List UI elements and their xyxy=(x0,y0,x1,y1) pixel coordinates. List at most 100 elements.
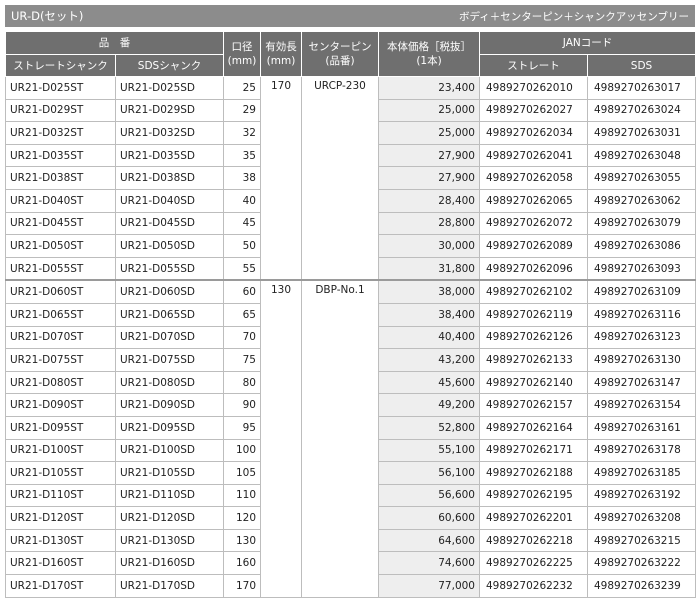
diameter-cell: 120 xyxy=(223,506,261,530)
sds-shank-code: UR21-D038SD xyxy=(115,166,224,190)
diameter-cell: 110 xyxy=(223,483,261,508)
jan-straight-cell: 4989270262010 xyxy=(479,76,588,100)
header-price: 本体価格［税抜］ (1本) xyxy=(378,31,480,77)
jan-straight-cell: 4989270262133 xyxy=(479,348,588,372)
jan-sds-cell: 4989270263024 xyxy=(586,98,697,123)
jan-sds-cell: 4989270263093 xyxy=(586,256,697,281)
sds-shank-code: UR21-D095SD xyxy=(115,415,224,440)
jan-straight-cell: 4989270262126 xyxy=(479,325,588,350)
jan-straight-cell: 4989270262041 xyxy=(479,143,588,168)
jan-sds-cell: 4989270263154 xyxy=(586,393,697,417)
straight-shank-code: UR21-D040ST xyxy=(5,188,116,213)
straight-shank-code: UR21-D038ST xyxy=(5,166,116,190)
jan-straight-cell: 4989270262225 xyxy=(479,551,588,576)
straight-shank-code: UR21-D075ST xyxy=(5,348,116,372)
effective-length-cell: 130 xyxy=(260,279,302,598)
price-cell: 60,600 xyxy=(378,506,480,530)
diameter-cell: 32 xyxy=(223,121,261,145)
price-cell: 64,600 xyxy=(378,528,480,553)
header-hinban: 品 番 xyxy=(5,31,224,55)
jan-straight-cell: 4989270262232 xyxy=(479,574,588,598)
jan-straight-cell: 4989270262072 xyxy=(479,211,588,236)
price-cell: 27,900 xyxy=(378,166,480,190)
sds-shank-code: UR21-D080SD xyxy=(115,370,224,395)
price-cell: 38,000 xyxy=(378,279,480,304)
sds-shank-code: UR21-D070SD xyxy=(115,325,224,350)
jan-sds-cell: 4989270263031 xyxy=(586,121,697,145)
straight-shank-code: UR21-D090ST xyxy=(5,393,116,417)
straight-shank-code: UR21-D170ST xyxy=(5,574,116,598)
sds-shank-code: UR21-D065SD xyxy=(115,302,224,327)
price-cell: 40,400 xyxy=(378,325,480,350)
sds-shank-code: UR21-D040SD xyxy=(115,188,224,213)
straight-shank-code: UR21-D029ST xyxy=(5,98,116,123)
price-cell: 49,200 xyxy=(378,393,480,417)
straight-shank-code: UR21-D095ST xyxy=(5,415,116,440)
jan-sds-cell: 4989270263215 xyxy=(586,528,697,553)
sds-shank-code: UR21-D170SD xyxy=(115,574,224,598)
jan-straight-cell: 4989270262058 xyxy=(479,166,588,190)
jan-straight-cell: 4989270262201 xyxy=(479,506,588,530)
sds-shank-code: UR21-D090SD xyxy=(115,393,224,417)
straight-shank-code: UR21-D060ST xyxy=(5,279,116,304)
price-cell: 28,400 xyxy=(378,188,480,213)
diameter-cell: 29 xyxy=(223,98,261,123)
straight-shank-code: UR21-D100ST xyxy=(5,438,116,463)
header-diameter: 口径 (mm) xyxy=(223,31,261,77)
jan-straight-cell: 4989270262140 xyxy=(479,370,588,395)
jan-straight-cell: 4989270262119 xyxy=(479,302,588,327)
price-cell: 77,000 xyxy=(378,574,480,598)
sds-shank-code: UR21-D105SD xyxy=(115,461,224,485)
sds-shank-code: UR21-D029SD xyxy=(115,98,224,123)
table-row: UR21-D060ST UR21-D060SD 60 130 DBP-No.1 38,00… xyxy=(5,279,697,598)
jan-straight-cell: 4989270262157 xyxy=(479,393,588,417)
straight-shank-code: UR21-D035ST xyxy=(5,143,116,168)
jan-sds-cell: 4989270263130 xyxy=(586,348,697,372)
sds-shank-code: UR21-D055SD xyxy=(115,256,224,281)
diameter-cell: 60 xyxy=(223,279,261,304)
header-center-pin: センターピン (品番) xyxy=(301,31,379,77)
header-straight-shank: ストレートシャンク xyxy=(5,54,116,77)
diameter-cell: 90 xyxy=(223,393,261,417)
sds-shank-code: UR21-D060SD xyxy=(115,279,224,304)
jan-straight-cell: 4989270262195 xyxy=(479,483,588,508)
straight-shank-code: UR21-D050ST xyxy=(5,234,116,258)
diameter-cell: 100 xyxy=(223,438,261,463)
jan-straight-cell: 4989270262065 xyxy=(479,188,588,213)
price-cell: 52,800 xyxy=(378,415,480,440)
price-table-page: UR-D(セット) ボディ＋センターピン＋シャンクアッセンブリー 品 番 口径 … xyxy=(5,5,697,598)
jan-straight-cell: 4989270262034 xyxy=(479,121,588,145)
price-cell: 25,000 xyxy=(378,98,480,123)
jan-sds-cell: 4989270263116 xyxy=(586,302,697,327)
jan-straight-cell: 4989270262102 xyxy=(479,279,588,304)
diameter-cell: 170 xyxy=(223,574,261,598)
diameter-cell: 80 xyxy=(223,370,261,395)
jan-sds-cell: 4989270263123 xyxy=(586,325,697,350)
header-jan-sds: SDS xyxy=(586,54,697,77)
sds-shank-code: UR21-D045SD xyxy=(115,211,224,236)
jan-straight-cell: 4989270262096 xyxy=(479,256,588,281)
straight-shank-code: UR21-D055ST xyxy=(5,256,116,281)
jan-sds-cell: 4989270263048 xyxy=(586,143,697,168)
jan-sds-cell: 4989270263239 xyxy=(586,574,697,598)
straight-shank-code: UR21-D080ST xyxy=(5,370,116,395)
diameter-cell: 55 xyxy=(223,256,261,281)
price-cell: 25,000 xyxy=(378,121,480,145)
diameter-cell: 95 xyxy=(223,415,261,440)
sds-shank-code: UR21-D130SD xyxy=(115,528,224,553)
table-body: UR21-D025ST UR21-D025SD 25 170 URCP-230 23,40… xyxy=(5,76,697,598)
price-cell: 43,200 xyxy=(378,348,480,372)
straight-shank-code: UR21-D025ST xyxy=(5,76,116,100)
price-cell: 23,400 xyxy=(378,76,480,100)
center-pin-cell: URCP-230 xyxy=(301,76,379,281)
diameter-cell: 45 xyxy=(223,211,261,236)
header-sds-shank: SDSシャンク xyxy=(115,54,224,77)
header-jan: JANコード xyxy=(478,31,697,55)
diameter-cell: 40 xyxy=(223,188,261,213)
sds-shank-code: UR21-D100SD xyxy=(115,438,224,463)
jan-straight-cell: 4989270262027 xyxy=(479,98,588,123)
effective-length-cell: 170 xyxy=(260,76,302,281)
section-subtitle: ボディ＋センターピン＋シャンクアッセンブリー xyxy=(459,10,689,23)
diameter-cell: 25 xyxy=(223,76,261,100)
jan-sds-cell: 4989270263109 xyxy=(586,279,697,304)
